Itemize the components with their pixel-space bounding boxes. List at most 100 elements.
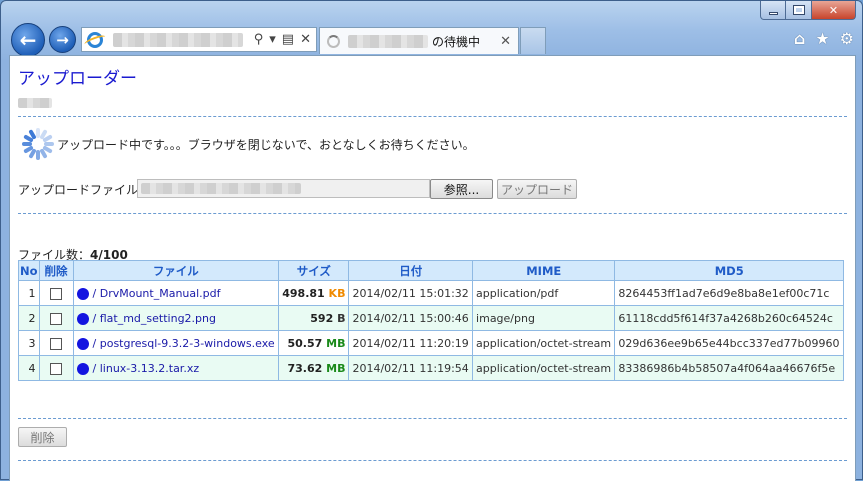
file-size-cell: 50.57 MB	[278, 330, 350, 356]
compat-icon[interactable]: ▤	[282, 32, 294, 47]
file-status-icon	[76, 337, 89, 350]
file-size-unit: MB	[326, 336, 346, 350]
file-path-redacted	[141, 183, 301, 194]
table-header-row: No 削除 ファイル サイズ 日付 MIME MD5	[18, 260, 844, 281]
divider	[18, 116, 847, 117]
ie-icon	[87, 31, 103, 48]
file-date: 2014/02/11 15:00:46	[348, 305, 474, 331]
file-date: 2014/02/11 11:19:54	[348, 355, 474, 381]
maximize-icon	[792, 5, 805, 15]
file-mime: image/png	[472, 305, 616, 331]
file-link[interactable]: / DrvMount_Manual.pdf	[93, 287, 221, 300]
tab-url-redacted	[348, 34, 428, 48]
row-number: 2	[18, 305, 40, 331]
file-link[interactable]: / linux-3.13.2.tar.xz	[93, 362, 200, 375]
home-icon[interactable]: ⌂	[794, 29, 805, 48]
back-icon: ←	[19, 28, 37, 52]
delete-checkbox[interactable]	[50, 287, 63, 300]
header-date[interactable]: 日付	[348, 260, 474, 281]
uploading-message: アップロード中です。。。ブラウザを閉じないで、おとなしくお待ちください。	[57, 138, 475, 152]
search-icon[interactable]: ⚲	[254, 32, 264, 47]
file-size-value: 498.81	[282, 286, 325, 300]
file-size-cell: 498.81 KB	[278, 280, 350, 306]
page-content: アップローダー アップロード中です。。。ブラウザを閉じないで、おとなしくお待ちく…	[9, 55, 856, 481]
forward-button[interactable]: →	[49, 26, 76, 53]
file-name-cell: / flat_md_setting2.png	[72, 305, 280, 331]
divider	[18, 418, 847, 419]
address-url-redacted	[113, 32, 243, 47]
header-mime[interactable]: MIME	[472, 260, 616, 281]
upload-button[interactable]: アップロード	[497, 179, 577, 199]
header-no[interactable]: No	[18, 260, 40, 281]
loading-icon	[327, 34, 340, 48]
dropdown-icon[interactable]: ▾	[269, 32, 276, 47]
address-tools: ⚲ ▾ ▤ ✕	[254, 32, 316, 47]
tab-active[interactable]: の待機中 ✕	[319, 27, 519, 54]
maximize-button[interactable]	[786, 1, 812, 20]
file-size-unit: MB	[326, 361, 346, 375]
stop-icon[interactable]: ✕	[300, 32, 311, 47]
table-row: 4 / linux-3.13.2.tar.xz 73.62 MB 2014/02/11…	[18, 355, 844, 381]
forward-icon: →	[56, 30, 69, 49]
file-link[interactable]: / postgresql-9.3.2-3-windows.exe	[93, 337, 275, 350]
close-window-button[interactable]: ✕	[812, 1, 856, 20]
delete-button[interactable]: 削除	[18, 427, 67, 447]
file-size-unit: KB	[328, 286, 346, 300]
file-mime: application/pdf	[472, 280, 616, 306]
header-delete[interactable]: 削除	[38, 260, 74, 281]
minimize-icon	[768, 11, 778, 15]
file-size-value: 50.57	[287, 336, 323, 350]
divider	[18, 213, 847, 214]
back-button[interactable]: ←	[11, 23, 45, 57]
close-icon: ✕	[828, 3, 839, 17]
file-date: 2014/02/11 15:01:32	[348, 280, 474, 306]
row-number: 4	[18, 355, 40, 381]
spinner-icon	[20, 126, 56, 162]
file-size-value: 73.62	[287, 361, 323, 375]
file-mime: application/octet-stream	[472, 355, 616, 381]
header-size[interactable]: サイズ	[278, 260, 350, 281]
file-md5: 029d636ee9b65e44bcc337ed77b09960	[614, 330, 844, 356]
file-input[interactable]	[137, 179, 430, 198]
file-link[interactable]: / flat_md_setting2.png	[93, 312, 216, 325]
row-delete-cell	[38, 330, 74, 356]
tab-close-icon[interactable]: ✕	[500, 34, 511, 49]
delete-checkbox[interactable]	[50, 362, 63, 375]
minimize-button[interactable]	[760, 1, 786, 20]
file-md5: 83386986b4b58507a4f064aa46676f5e	[614, 355, 844, 381]
address-bar[interactable]: ⚲ ▾ ▤ ✕	[81, 27, 317, 52]
gear-icon[interactable]: ⚙	[840, 29, 854, 48]
row-number: 1	[18, 280, 40, 306]
row-delete-cell	[38, 280, 74, 306]
file-table: No 削除 ファイル サイズ 日付 MIME MD5 1 / DrvMount_M…	[18, 260, 844, 381]
file-name-cell: / linux-3.13.2.tar.xz	[72, 355, 280, 381]
table-row: 2 / flat_md_setting2.png 592 B 2014/02/11 1…	[18, 305, 844, 331]
file-mime: application/octet-stream	[472, 330, 616, 356]
tab-title: の待機中	[432, 34, 481, 49]
new-tab-button[interactable]	[520, 27, 546, 54]
file-status-icon	[76, 362, 89, 375]
browser-window: ✕ ← → ⚲ ▾ ▤ ✕ の待機中 ✕ ⌂ ★ ⚙ アップローダー アップロー…	[0, 0, 863, 481]
table-row: 1 / DrvMount_Manual.pdf 498.81 KB 2014/02/1…	[18, 280, 844, 306]
file-name-cell: / DrvMount_Manual.pdf	[72, 280, 280, 306]
file-md5: 8264453ff1ad7e6d9e8ba8e1ef00c71c	[614, 280, 844, 306]
file-status-icon	[76, 312, 89, 325]
delete-checkbox[interactable]	[50, 337, 63, 350]
header-file[interactable]: ファイル	[72, 260, 280, 281]
file-size-cell: 73.62 MB	[278, 355, 350, 381]
file-size-cell: 592 B	[278, 305, 350, 331]
row-delete-cell	[38, 355, 74, 381]
file-size-unit: B	[337, 311, 346, 325]
row-delete-cell	[38, 305, 74, 331]
favorites-icon[interactable]: ★	[815, 29, 829, 48]
user-redacted	[18, 98, 52, 108]
browser-toolbar: ⌂ ★ ⚙	[794, 29, 854, 48]
browse-button[interactable]: 参照...	[430, 179, 493, 199]
delete-checkbox[interactable]	[50, 312, 63, 325]
table-row: 3/ postgresql-9.3.2-3-windows.exe 50.57 M…	[18, 330, 844, 356]
row-number: 3	[18, 330, 40, 356]
window-controls: ✕	[760, 1, 856, 20]
file-date: 2014/02/11 11:20:19	[348, 330, 474, 356]
page-title: アップローダー	[18, 69, 137, 89]
header-md5[interactable]: MD5	[614, 260, 844, 281]
